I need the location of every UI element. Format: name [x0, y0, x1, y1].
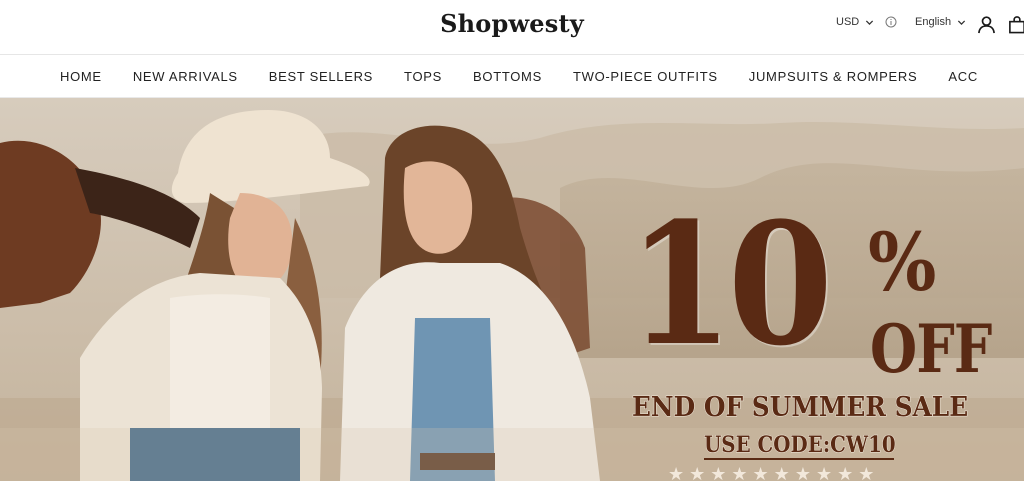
discount-off: OFF: [870, 310, 992, 388]
main-navigation: HOME NEW ARRIVALS BEST SELLERS TOPS BOTT…: [0, 56, 1024, 98]
nav-item-jumpsuits-rompers[interactable]: JUMPSUITS & ROMPERS: [749, 69, 918, 84]
promo-code-underline: [704, 458, 894, 460]
currency-selector[interactable]: USD: [836, 16, 897, 28]
nav-item-home[interactable]: HOME: [60, 69, 102, 84]
nav-item-best-sellers[interactable]: BEST SELLERS: [269, 69, 373, 84]
nav-item-tops[interactable]: TOPS: [404, 69, 442, 84]
top-header: Shopwesty USD English: [0, 0, 1024, 55]
nav-item-new-arrivals[interactable]: NEW ARRIVALS: [133, 69, 238, 84]
chevron-down-icon[interactable]: [957, 18, 966, 27]
promo-code: USE CODE:CW10: [704, 432, 897, 458]
account-icon[interactable]: [977, 15, 996, 34]
discount-number: 10: [628, 185, 833, 383]
info-icon[interactable]: [885, 16, 897, 28]
nav-item-bottoms[interactable]: BOTTOMS: [473, 69, 542, 84]
language-selector[interactable]: English: [915, 16, 966, 28]
nav-item-two-piece-outfits[interactable]: TWO-PIECE OUTFITS: [573, 69, 718, 84]
hero-banner[interactable]: 10 % OFF END OF SUMMER SALE USE CODE:CW1…: [0, 98, 1024, 481]
chevron-down-icon[interactable]: [865, 18, 874, 27]
discount-percent: %: [868, 215, 937, 309]
nav-item-acc[interactable]: ACC: [948, 69, 978, 84]
star-row-icon: ★★★★★★★★★★: [668, 464, 880, 481]
language-label[interactable]: English: [915, 16, 951, 28]
logo-text[interactable]: Shopwesty: [440, 9, 584, 38]
cart-icon[interactable]: [1008, 15, 1024, 34]
currency-label[interactable]: USD: [836, 16, 859, 28]
sale-headline: END OF SUMMER SALE: [632, 392, 969, 423]
promo-overlay: 10 % OFF END OF SUMMER SALE USE CODE:CW1…: [620, 198, 1020, 481]
